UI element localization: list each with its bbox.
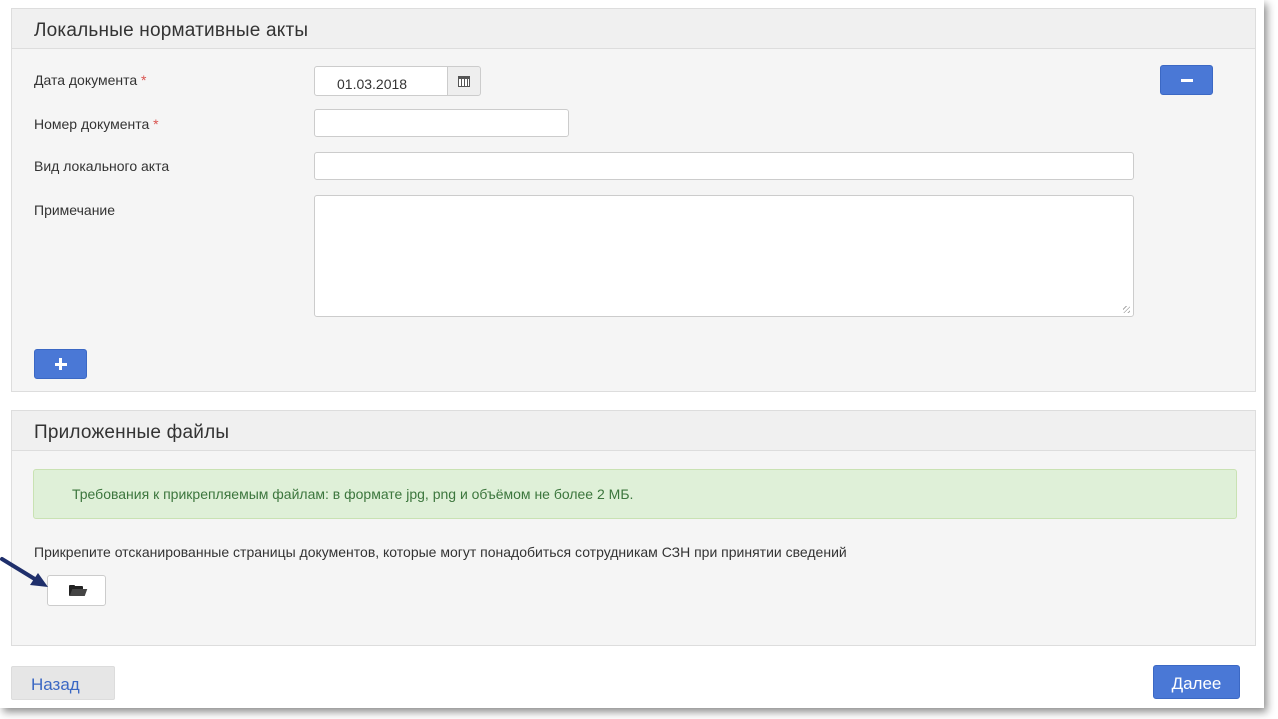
folder-open-icon xyxy=(68,585,87,596)
minus-icon xyxy=(1180,78,1193,82)
pointer-arrow-icon xyxy=(0,557,48,587)
date-label-text: Дата документа xyxy=(34,72,138,88)
page-frame: Локальные нормативные акты Дата документ… xyxy=(0,0,1264,708)
files-panel: Приложенные файлы Требования к прикрепля… xyxy=(11,410,1256,646)
acts-panel-title: Локальные нормативные акты xyxy=(12,9,1255,49)
acts-panel: Локальные нормативные акты Дата документ… xyxy=(11,8,1256,392)
calendar-button[interactable] xyxy=(447,66,481,96)
next-button[interactable]: Далее xyxy=(1153,665,1240,699)
number-label-text: Номер документа xyxy=(34,116,150,132)
required-mark: * xyxy=(141,72,147,88)
back-button[interactable]: Назад xyxy=(11,666,115,700)
files-panel-title: Приложенные файлы xyxy=(12,411,1255,451)
attach-hint: Прикрепите отсканированные страницы доку… xyxy=(34,544,847,560)
remove-act-button[interactable] xyxy=(1160,65,1213,95)
note-textarea[interactable] xyxy=(314,195,1134,317)
date-input[interactable] xyxy=(314,66,448,96)
required-mark: * xyxy=(153,116,159,132)
add-act-button[interactable] xyxy=(34,349,87,379)
resize-handle[interactable] xyxy=(1123,306,1130,313)
date-label: Дата документа * xyxy=(34,72,147,88)
number-input[interactable] xyxy=(314,109,569,137)
number-label: Номер документа * xyxy=(34,116,159,132)
file-requirements-alert: Требования к прикрепляемым файлам: в фор… xyxy=(33,469,1237,519)
calendar-icon xyxy=(458,75,470,87)
type-label: Вид локального акта xyxy=(34,158,170,174)
act-type-input[interactable] xyxy=(314,152,1134,180)
plus-icon xyxy=(54,358,67,370)
note-label: Примечание xyxy=(34,202,116,218)
